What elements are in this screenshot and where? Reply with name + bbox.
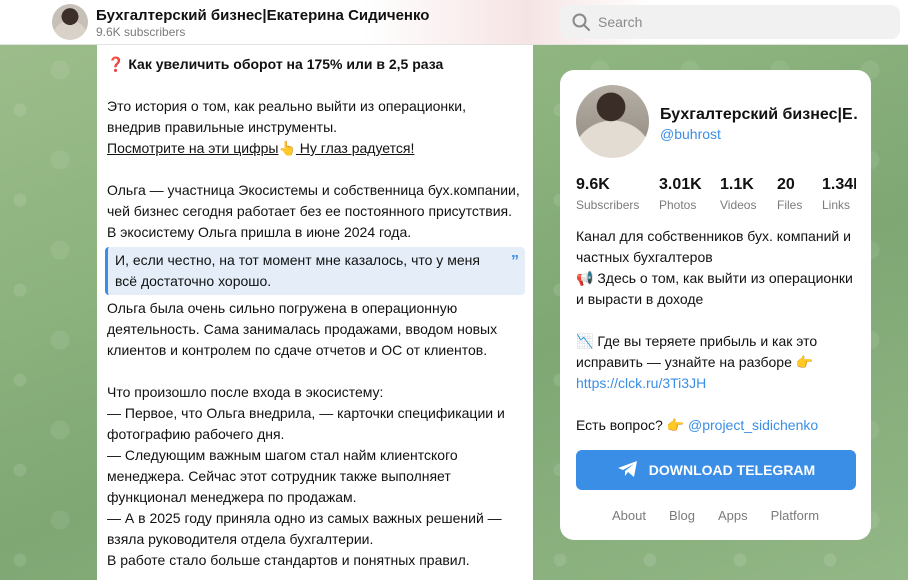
search-box[interactable] — [560, 5, 900, 39]
search-input[interactable] — [598, 14, 878, 30]
download-telegram-button[interactable]: DOWNLOAD TELEGRAM — [576, 450, 856, 490]
megaphone-icon: 📢 — [576, 270, 594, 286]
description-link[interactable]: https://clck.ru/3Ti3JH — [576, 375, 706, 391]
post-link-line: Посмотрите на эти цифры👆 Ну глаз радуетс… — [107, 138, 523, 159]
telegram-icon — [617, 460, 639, 481]
chart-down-icon: 📉 — [576, 333, 594, 349]
post-list-item: — Первое, что Ольга внедрила, — карточки… — [107, 405, 505, 442]
card-avatar — [576, 85, 649, 158]
channel-subscribers: 9.6K subscribers — [96, 25, 186, 39]
project-username-link[interactable]: @project_sidichenko — [684, 417, 818, 433]
stat-links[interactable]: 1.34K Links — [822, 176, 856, 212]
post-quote: И, если честно, на тот момент мне казало… — [105, 247, 525, 295]
channel-avatar[interactable] — [52, 4, 88, 40]
channel-info-card: Бухгалтерский бизнес|Е… @buhrost 9.6K Su… — [560, 70, 871, 540]
card-channel-name: Бухгалтерский бизнес|Е… — [660, 106, 858, 123]
post-list-item: — А в 2025 году приняла одно из самых ва… — [107, 510, 502, 547]
channel-post: ❓ Как увеличить оборот на 175% или в 2,5… — [97, 45, 533, 580]
search-icon — [564, 5, 598, 39]
post-title: ❓ Как увеличить оборот на 175% или в 2,5… — [107, 56, 444, 72]
post-list-item: — Следующим важным шагом стал найм клиен… — [107, 447, 458, 505]
stat-photos[interactable]: 3.01K Photos — [659, 176, 702, 212]
post-paragraph-1: Это история о том, как реально выйти из … — [107, 98, 467, 135]
channel-header: Бухгалтерский бизнес|Екатерина Сидиченко… — [0, 0, 908, 45]
channel-stats: 9.6K Subscribers 3.01K Photos 1.1K Video… — [576, 176, 856, 216]
stat-videos[interactable]: 1.1K Videos — [720, 176, 756, 212]
post-link[interactable]: Посмотрите на эти цифры — [107, 140, 278, 156]
post-paragraph-2: Ольга — участница Экосистемы и собственн… — [107, 182, 520, 240]
stat-files[interactable]: 20 Files — [777, 176, 802, 212]
post-list-intro: Что произошло после входа в экосистему: — [107, 384, 384, 400]
card-username[interactable]: @buhrost — [660, 126, 721, 142]
footer-link-about[interactable]: About — [612, 508, 646, 523]
post-paragraph-3: Ольга была очень сильно погружена в опер… — [107, 300, 498, 358]
footer-link-blog[interactable]: Blog — [669, 508, 695, 523]
stat-subscribers: 9.6K Subscribers — [576, 176, 640, 212]
channel-description: Канал для собственников бух. компаний и … — [576, 228, 853, 433]
post-link-2[interactable]: Ну глаз радуется! — [296, 140, 415, 156]
post-list-item: В работе стало больше стандартов и понят… — [107, 552, 470, 568]
pointing-up-icon: 👆 — [278, 140, 296, 156]
pointing-right-icon: 👉 — [666, 417, 685, 433]
footer-links: About Blog Apps Platform — [560, 508, 871, 523]
footer-link-platform[interactable]: Platform — [771, 508, 819, 523]
pointing-right-icon: 👉 — [795, 354, 814, 370]
channel-title[interactable]: Бухгалтерский бизнес|Екатерина Сидиченко — [96, 7, 429, 24]
quote-icon: ” — [511, 253, 519, 270]
question-icon: ❓ — [107, 56, 125, 72]
footer-link-apps[interactable]: Apps — [718, 508, 748, 523]
